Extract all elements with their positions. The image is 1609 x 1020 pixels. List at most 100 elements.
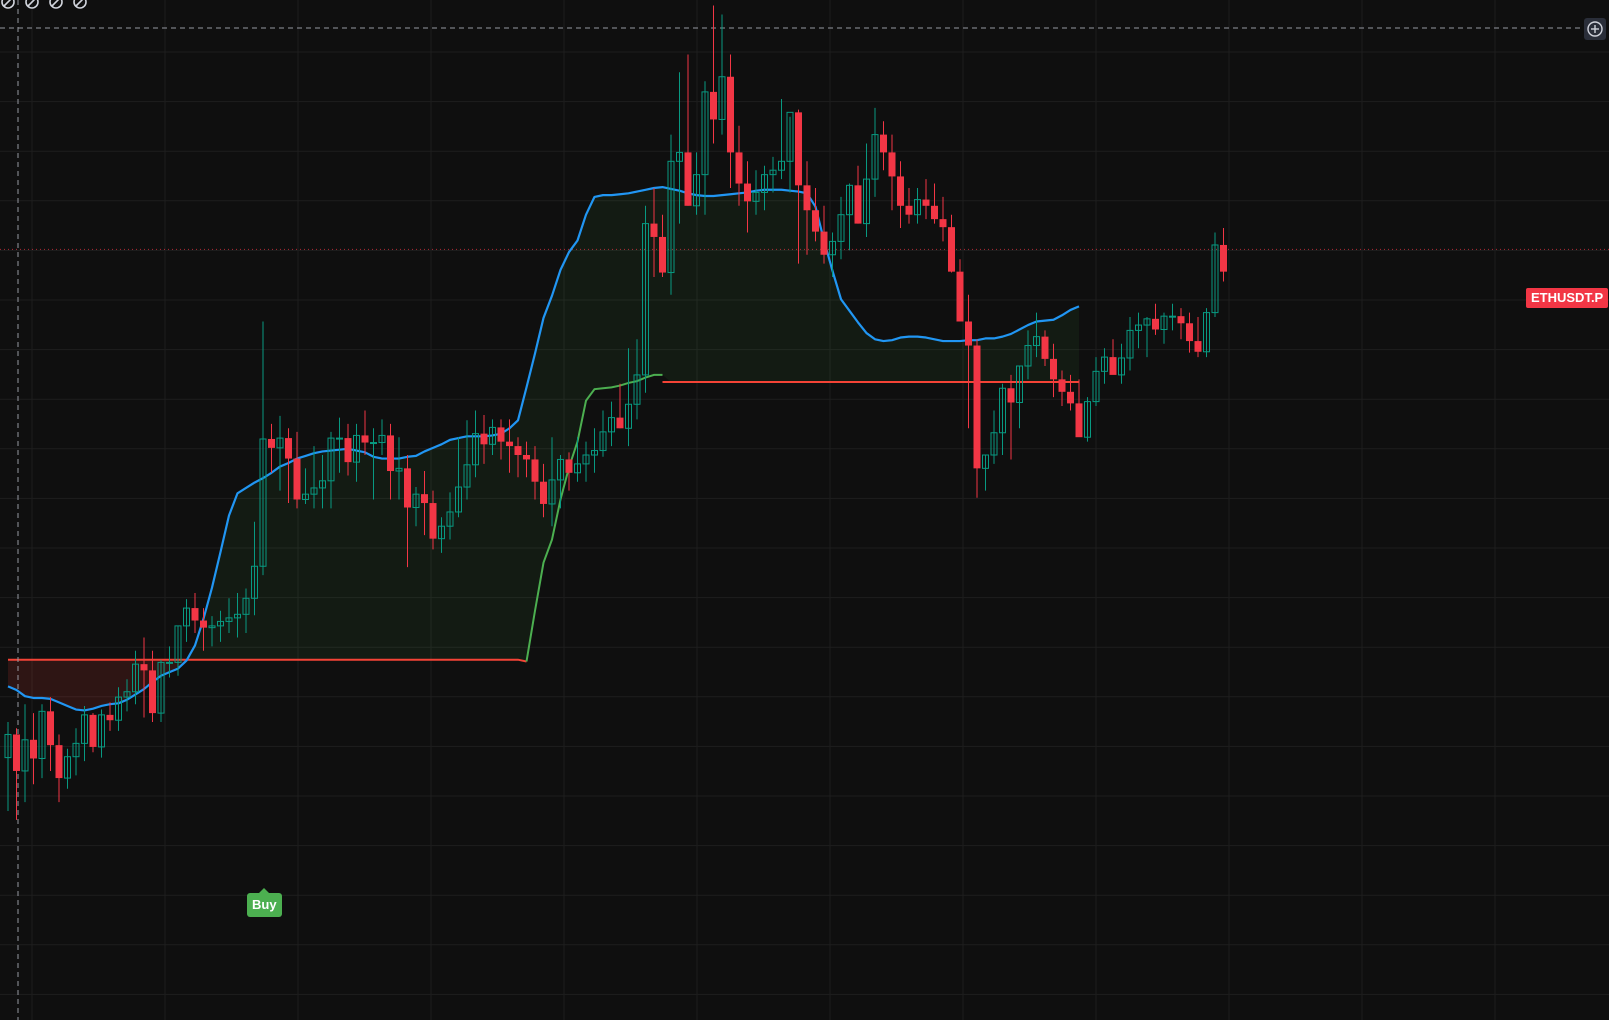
candle-body [973, 345, 981, 469]
candle-body [1007, 388, 1015, 403]
candle [846, 183, 853, 251]
candle [727, 54, 734, 188]
candle-body [370, 442, 377, 445]
candle-body [803, 185, 811, 211]
plus-circle-icon[interactable] [1584, 18, 1606, 40]
candle [871, 107, 879, 197]
candle [616, 383, 624, 429]
candle-body [89, 714, 97, 747]
candle [990, 410, 998, 464]
candle [1109, 339, 1117, 375]
candle-body [30, 739, 37, 759]
candle-body [480, 433, 488, 445]
candle [880, 121, 887, 171]
candle-body [727, 76, 734, 153]
candle [81, 705, 88, 762]
candle [931, 183, 938, 224]
candle [47, 697, 54, 771]
candle-body [735, 152, 743, 184]
candle [897, 161, 904, 229]
candle [38, 704, 46, 779]
candle [973, 339, 981, 498]
candle-body [744, 183, 751, 202]
candle [888, 134, 896, 211]
candle-body [1109, 357, 1117, 375]
candle-body [1075, 403, 1083, 438]
candle [582, 441, 590, 482]
candle-body [897, 176, 904, 206]
candle-body [404, 468, 411, 508]
candle [89, 713, 97, 753]
candle-body [540, 481, 547, 504]
candle [106, 702, 114, 731]
candle-body [387, 435, 394, 472]
candle [1211, 232, 1219, 318]
candle-body [659, 236, 666, 273]
candlestick-chart[interactable] [0, 0, 1609, 1020]
candle-body [523, 455, 530, 460]
candle [1007, 374, 1015, 460]
candle-body [344, 438, 352, 463]
candle [922, 179, 930, 220]
candle [30, 713, 37, 785]
candle [778, 99, 785, 180]
candle-body [795, 112, 802, 186]
candle-body [880, 134, 887, 153]
candle-body [965, 321, 972, 346]
candle-body [812, 210, 819, 232]
candle [21, 704, 29, 803]
candle-body [1041, 336, 1049, 359]
candle-body [293, 458, 301, 500]
candle-body [565, 459, 573, 473]
candle-body [191, 608, 199, 621]
candle-body [650, 223, 658, 237]
candle [599, 410, 607, 457]
candle [1177, 308, 1185, 340]
candle-body [905, 205, 913, 215]
candle-body [684, 152, 692, 206]
candle [710, 5, 717, 144]
candle-body [1177, 316, 1185, 324]
hide-drawing-icon[interactable] [72, 0, 88, 10]
drawing-toolbar [0, 0, 88, 12]
candle-body [1169, 315, 1176, 318]
candle-body [948, 227, 955, 272]
candle [837, 196, 845, 260]
candle-body [166, 661, 173, 664]
candle-body [1194, 341, 1202, 352]
hide-drawing-icon[interactable] [24, 0, 40, 10]
candle-body [336, 437, 343, 440]
candle-body [710, 91, 717, 120]
candle-body [888, 152, 896, 177]
candle [684, 54, 692, 206]
candle [72, 728, 80, 776]
candle-body [47, 711, 54, 746]
candle [293, 431, 301, 509]
candle-body [149, 670, 156, 714]
candle-body [616, 417, 624, 429]
candle [769, 156, 777, 193]
candle [13, 728, 20, 820]
candle [608, 401, 615, 447]
candle [1160, 312, 1168, 344]
candle [378, 419, 386, 455]
bull-zone-fill [186, 187, 1079, 662]
candle [1075, 379, 1083, 438]
candle [718, 14, 726, 135]
candle [863, 143, 870, 237]
candle [4, 722, 12, 811]
candle-body [421, 494, 428, 504]
hide-drawing-icon[interactable] [48, 0, 64, 10]
candle-body [956, 271, 964, 322]
candle-body [1058, 379, 1066, 392]
symbol-price-badge: ETHUSDT.P [1526, 288, 1609, 308]
candle [55, 734, 63, 803]
candle-body [55, 745, 63, 779]
candle-body [931, 205, 938, 220]
candle [854, 165, 862, 224]
candle [1126, 317, 1134, 371]
candle-body [514, 446, 522, 455]
candle-body [497, 427, 505, 442]
hide-drawing-icon[interactable] [0, 0, 16, 10]
candle-body [854, 185, 862, 224]
